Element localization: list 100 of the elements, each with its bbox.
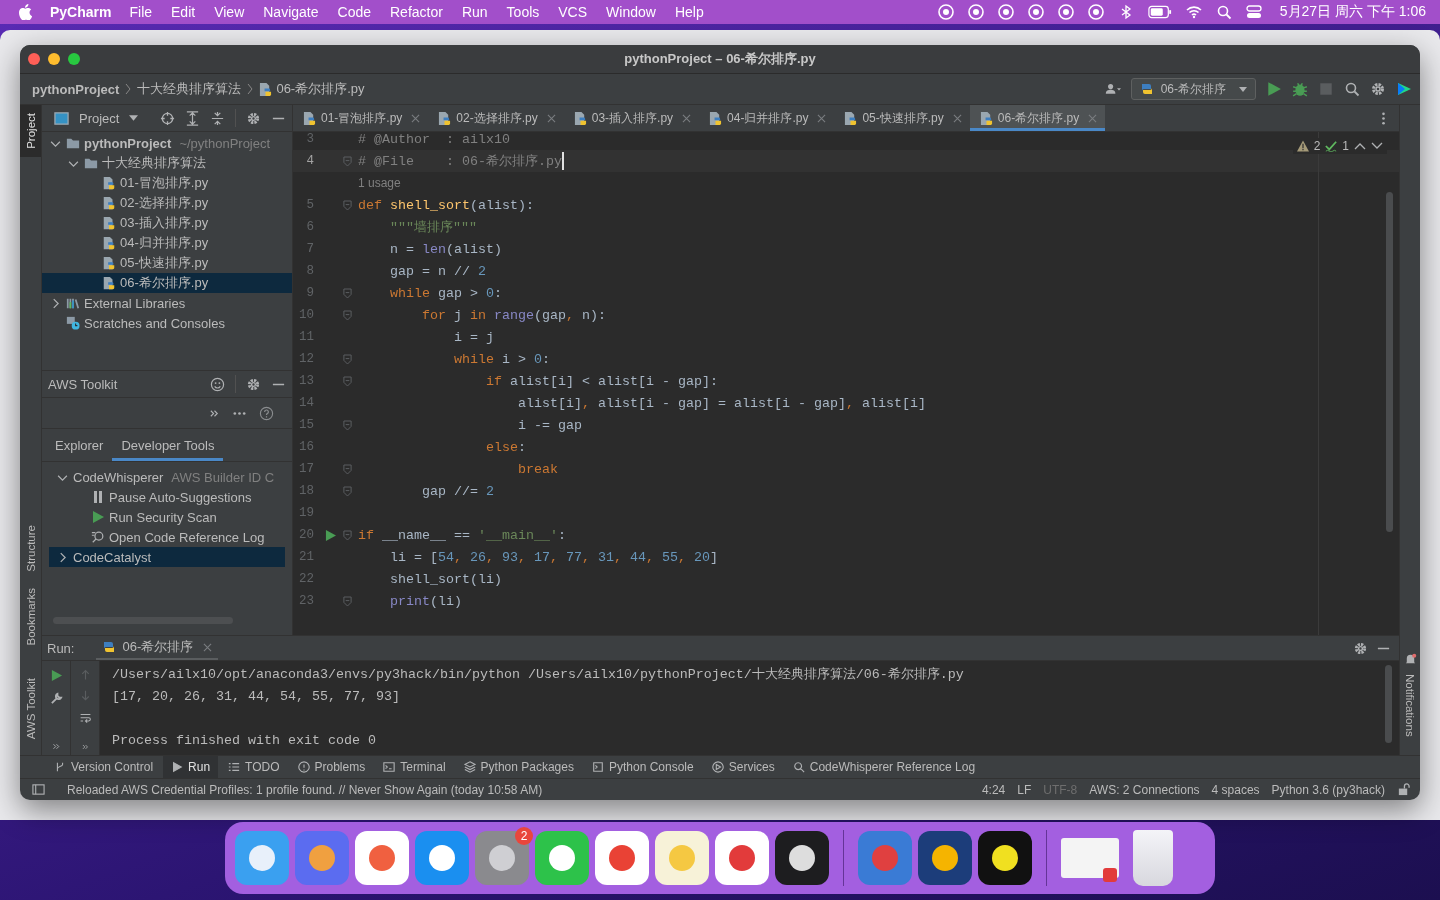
tool-window-tab[interactable]: Run (163, 756, 219, 778)
user-icon[interactable] (1104, 81, 1121, 97)
collapse-all-icon[interactable] (210, 110, 225, 126)
menu-item[interactable]: View (214, 4, 245, 20)
menu-item[interactable]: Refactor (390, 4, 443, 20)
status-message[interactable]: Reloaded AWS Credential Profiles: 1 profile found. // Never Show Again (today 10:58 AM) (67, 782, 543, 797)
settings-icon[interactable] (1370, 81, 1386, 97)
tool-window-button[interactable]: Structure (20, 517, 41, 581)
menu-item[interactable]: Window (606, 4, 656, 20)
chevron-icon[interactable] (49, 139, 61, 147)
tree-item[interactable]: 03-插入排序.py (42, 213, 292, 233)
panel-layout-icon[interactable] (32, 783, 45, 796)
tray-icon[interactable] (1057, 4, 1074, 20)
breadcrumb-item[interactable]: 十大经典排序算法 (137, 80, 242, 98)
tool-window-button[interactable]: Bookmarks (20, 580, 41, 654)
tree-item[interactable]: 06-希尔排序.py (42, 273, 292, 293)
tool-window-button[interactable]: AWS Toolkit (20, 669, 41, 747)
tree-item[interactable]: Pause Auto-Suggestions (49, 487, 285, 507)
tree-item[interactable]: 05-快速排序.py (42, 253, 292, 273)
panel-title[interactable]: Project (79, 110, 120, 126)
tree-item[interactable]: 01-冒泡排序.py (42, 173, 292, 193)
status-item[interactable]: 4 spaces (1211, 782, 1260, 797)
tree-item[interactable]: Scratches and Consoles (42, 313, 292, 333)
editor-tab[interactable]: 02-选择排序.py (428, 105, 564, 131)
dropdown-arrow-icon[interactable] (129, 115, 139, 121)
run-icon[interactable] (324, 529, 336, 541)
menu-item[interactable]: Run (461, 4, 488, 20)
scrollbar[interactable] (1386, 192, 1393, 532)
double-chevron-icon[interactable] (51, 742, 61, 751)
editor-tab[interactable]: 06-希尔排序.py (969, 105, 1106, 131)
app-icon[interactable] (978, 831, 1032, 885)
tree-item[interactable]: External Libraries (42, 293, 292, 313)
close-button[interactable] (28, 53, 40, 65)
clock[interactable]: 5月27日 周六 下午 1:06 (1279, 3, 1426, 21)
zoom-button[interactable] (68, 53, 80, 65)
editor-tab[interactable]: 05-快速排序.py (834, 105, 970, 131)
editor-tab[interactable]: 04-归并排序.py (699, 105, 835, 131)
usage-hint[interactable]: 1 usage (358, 176, 401, 190)
tree-item[interactable]: pythonProject ~/pythonProject (42, 133, 292, 153)
expand-all-icon[interactable] (185, 110, 200, 126)
minimize-button[interactable] (48, 53, 60, 65)
search-icon[interactable] (1215, 4, 1232, 20)
close-icon[interactable] (817, 113, 827, 123)
tool-window-tab[interactable]: TODO (220, 756, 288, 778)
tool-window-tab[interactable]: Terminal (375, 756, 454, 778)
menu-item[interactable]: File (129, 4, 153, 20)
tree-item[interactable]: CodeWhisperer AWS Builder ID C (49, 467, 285, 487)
tool-window-tab[interactable]: Problems (289, 756, 374, 778)
editor-tab[interactable]: 01-冒泡排序.py (293, 105, 429, 131)
tree-item[interactable]: CodeCatalyst (49, 547, 285, 567)
chevron-icon[interactable] (51, 297, 59, 309)
tree-item[interactable]: 十大经典排序算法 (42, 153, 292, 173)
tool-window-button[interactable]: Notifications (1399, 666, 1420, 745)
app-name[interactable]: PyCharm (50, 4, 112, 20)
menu-item[interactable]: Navigate (263, 4, 319, 20)
tool-window-button[interactable]: Project (20, 105, 41, 157)
panel-tab[interactable]: Explorer (46, 429, 113, 461)
tray-icon[interactable] (997, 4, 1014, 20)
chevron-icon[interactable] (67, 159, 79, 167)
crosshair-icon[interactable] (160, 110, 175, 126)
unlock-icon[interactable] (1397, 783, 1410, 796)
editor-tab[interactable]: 03-插入排序.py (563, 105, 700, 131)
tool-window-tab[interactable]: Services (703, 756, 783, 778)
run-icon[interactable] (1266, 81, 1282, 97)
status-item[interactable]: Python 3.6 (py3hack) (1271, 782, 1385, 797)
settings-icon[interactable] (1353, 640, 1368, 656)
tray-icon[interactable] (1087, 4, 1104, 20)
tool-window-tab[interactable]: Python Console (583, 756, 702, 778)
settings-icon[interactable] (246, 376, 261, 392)
status-item[interactable]: AWS: 2 Connections (1089, 782, 1200, 797)
chevron-icon[interactable] (56, 473, 68, 481)
app-icon[interactable] (918, 831, 972, 885)
tray-icon[interactable] (967, 4, 984, 20)
close-icon[interactable] (546, 113, 556, 123)
tool-window-tab[interactable]: Version Control (46, 756, 162, 778)
tree-item[interactable]: 04-归并排序.py (42, 233, 292, 253)
tool-window-tab[interactable]: CodeWhisperer Reference Log (784, 756, 984, 778)
close-icon[interactable] (203, 642, 213, 652)
status-item[interactable]: 4:24 (981, 782, 1006, 797)
menu-item[interactable]: Tools (506, 4, 540, 20)
close-icon[interactable] (952, 113, 962, 123)
plugin-logo-icon[interactable] (1396, 81, 1412, 97)
wifi-icon[interactable] (1185, 4, 1202, 20)
bug-icon[interactable] (1292, 81, 1308, 97)
rerun-icon[interactable] (49, 669, 63, 682)
breadcrumb-item[interactable]: pythonProject (32, 81, 120, 97)
toggle-icon[interactable] (1245, 4, 1262, 20)
tool-window-tab[interactable]: Python Packages (455, 756, 582, 778)
double-chevron-icon[interactable] (80, 743, 90, 751)
search-icon[interactable] (1344, 81, 1360, 97)
trash-icon[interactable] (1133, 830, 1173, 886)
settings-icon[interactable] (246, 110, 261, 126)
menu-item[interactable]: Edit (171, 4, 196, 20)
chevron-icon[interactable] (58, 551, 66, 563)
soft-wrap-icon[interactable] (78, 711, 92, 724)
app-icon[interactable] (775, 831, 829, 885)
tree-item[interactable]: 02-选择排序.py (42, 193, 292, 213)
help-icon[interactable] (259, 405, 274, 421)
close-icon[interactable] (411, 113, 421, 123)
double-chevron-icon[interactable] (209, 407, 220, 419)
